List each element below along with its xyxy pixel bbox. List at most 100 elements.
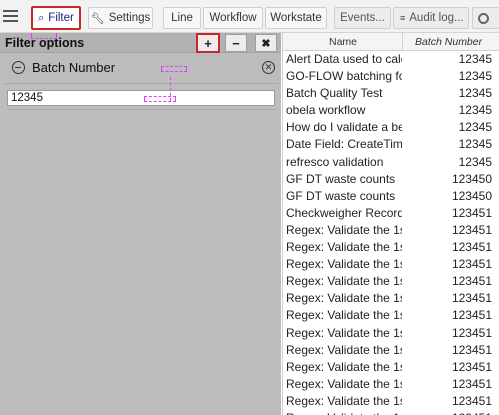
settings-button[interactable]: 🔧︎ Settings <box>88 7 153 29</box>
collapse-icon[interactable] <box>12 61 25 74</box>
cell-batch-number: 123451 <box>451 308 492 323</box>
table-row[interactable]: Batch Quality Test 12345 <box>283 85 499 102</box>
cell-batch-number: 12345 <box>458 137 492 152</box>
events-button[interactable]: Events... <box>334 7 391 29</box>
table-row[interactable]: obela workflow 12345 <box>283 102 499 119</box>
events-button-label: Events... <box>340 12 385 24</box>
cell-batch-number: 123450 <box>451 171 492 186</box>
cell-name: refresco validation <box>286 154 384 169</box>
cell-batch-number: 123451 <box>451 274 492 289</box>
cell-batch-number: 123451 <box>451 376 492 391</box>
tab-line-label: Line <box>171 12 193 24</box>
divider <box>4 83 279 84</box>
search-icon: ⌕ <box>38 11 45 24</box>
add-criterion-button[interactable]: + <box>196 33 220 53</box>
table-row[interactable]: Date Field: CreateTim... 12345 <box>283 136 499 153</box>
cell-name: Checkweigher Record <box>286 205 402 220</box>
cell-name: Regex: Validate the 1s... <box>286 342 402 357</box>
cell-name: Regex: Validate the 1s... <box>286 325 402 340</box>
cell-name: How do I validate a be... <box>286 120 402 135</box>
clear-filters-button[interactable]: ✖ <box>255 34 277 52</box>
audit-log-button-label: Audit log... <box>409 12 464 24</box>
cell-batch-number: 12345 <box>458 103 492 118</box>
batch-number-input[interactable] <box>7 90 275 106</box>
table-row[interactable]: GF DT waste counts 123450 <box>283 188 499 205</box>
wrench-icon: 🔧︎ <box>90 12 105 25</box>
settings-button-label: Settings <box>108 12 151 24</box>
cell-batch-number: 12345 <box>458 52 492 66</box>
cell-name: Regex: Validate the 1s... <box>286 359 402 374</box>
table-row[interactable]: Regex: Validate the 1s... 123451 <box>283 239 499 256</box>
table-row[interactable]: Regex: Validate the 1s... 123451 <box>283 273 499 290</box>
more-button[interactable] <box>472 7 499 29</box>
circle-icon <box>478 12 489 24</box>
table-row[interactable]: GO-FLOW batching fo... 12345 <box>283 68 499 85</box>
cell-name: Regex: Validate the 1s... <box>286 291 402 306</box>
table-body: Alert Data used to calc...12345GO-FLOW b… <box>283 51 499 415</box>
table-row[interactable]: Regex: Validate the 1s... 123451 <box>283 376 499 393</box>
minus-icon: − <box>232 35 240 51</box>
table-row[interactable]: GF DT waste counts 123450 <box>283 171 499 188</box>
stack-icon: ≡ <box>400 13 406 23</box>
tab-workstate-label: Workstate <box>270 12 322 24</box>
cell-batch-number: 123451 <box>452 410 492 415</box>
cell-batch-number: 123451 <box>451 342 492 357</box>
cell-name: Regex: Validate the 1s... <box>286 410 402 415</box>
table-row[interactable]: Regex: Validate the 1s... 123451 <box>283 290 499 307</box>
cell-name: Regex: Validate the 1s... <box>286 274 402 289</box>
cell-batch-number: 12345 <box>458 120 492 135</box>
table-row[interactable]: Regex: Validate the 1s... 123451 <box>283 325 499 342</box>
tab-workflow-label: Workflow <box>209 12 257 24</box>
cell-batch-number: 123451 <box>451 222 492 237</box>
tab-workstate[interactable]: Workstate <box>265 7 327 29</box>
cell-name: Regex: Validate the 1s... <box>286 308 402 323</box>
cell-batch-number: 12345 <box>458 154 492 169</box>
table-row[interactable]: Regex: Validate the 1s... 123451 <box>283 222 499 239</box>
top-toolbar: ⌕ Filter 🔧︎ Settings Line Workflow Works… <box>0 0 499 33</box>
filter-button-label: Filter <box>48 12 74 24</box>
table-row[interactable]: refresco validation 12345 <box>283 154 499 171</box>
hamburger-icon[interactable] <box>3 10 18 22</box>
cell-batch-number: 123450 <box>451 188 492 203</box>
table-row[interactable]: Regex: Validate the 1s... 123451 <box>283 256 499 273</box>
cell-name: GF DT waste counts <box>286 171 396 186</box>
cell-batch-number: 123451 <box>451 393 492 408</box>
tab-line[interactable]: Line <box>163 7 201 29</box>
table-row[interactable]: Alert Data used to calc... 12345 <box>283 51 499 68</box>
cell-batch-number: 12345 <box>458 86 492 101</box>
remove-criterion-icon[interactable]: ✕ <box>262 61 275 74</box>
cell-batch-number: 123451 <box>451 205 492 220</box>
cell-name: Batch Quality Test <box>286 86 383 101</box>
table-row[interactable]: Regex: Validate the 1s... 123451 <box>283 393 499 410</box>
cell-batch-number: 123451 <box>451 359 492 374</box>
audit-log-button[interactable]: ≡ Audit log... <box>393 7 469 29</box>
cell-name: Regex: Validate the 1s... <box>286 393 402 408</box>
table-row[interactable]: Regex: Validate the 1s... 123451 <box>283 359 499 376</box>
cell-batch-number: 123451 <box>451 291 492 306</box>
cell-batch-number: 123451 <box>451 257 492 272</box>
table-row[interactable]: Checkweigher Record 123451 <box>283 205 499 222</box>
table-row[interactable]: Regex: Validate the 1s... 123451 <box>283 342 499 359</box>
plus-icon: + <box>204 35 212 51</box>
close-icon: ✖ <box>261 37 271 50</box>
table-row[interactable]: How do I validate a be... 12345 <box>283 119 499 136</box>
results-table: Name Batch Number Alert Data used to cal… <box>282 33 499 415</box>
cell-name: obela workflow <box>286 103 366 118</box>
filter-panel: Filter options + − ✖ Batch Number ✕ <box>0 33 281 415</box>
column-header-name[interactable]: Name <box>329 36 357 48</box>
tab-workflow[interactable]: Workflow <box>203 7 263 29</box>
cell-batch-number: 12345 <box>458 69 492 84</box>
remove-criterion-button[interactable]: − <box>225 34 247 52</box>
cell-name: Alert Data used to calc... <box>286 52 402 66</box>
table-row[interactable]: Regex: Validate the 1s... 123451 <box>283 307 499 324</box>
cell-name: Regex: Validate the 1s... <box>286 257 402 272</box>
table-header: Name Batch Number <box>283 33 499 51</box>
table-row[interactable]: Regex: Validate the 1s... 123451 <box>283 410 499 415</box>
column-header-batch-number[interactable]: Batch Number <box>402 33 499 51</box>
filter-criterion: Batch Number ✕ <box>4 55 279 81</box>
filter-button[interactable]: ⌕ Filter <box>31 6 81 30</box>
cell-name: Regex: Validate the 1s... <box>286 222 402 237</box>
cell-name: Regex: Validate the 1s... <box>286 240 402 255</box>
selection-marker <box>161 66 187 72</box>
cell-name: Regex: Validate the 1s... <box>286 376 402 391</box>
